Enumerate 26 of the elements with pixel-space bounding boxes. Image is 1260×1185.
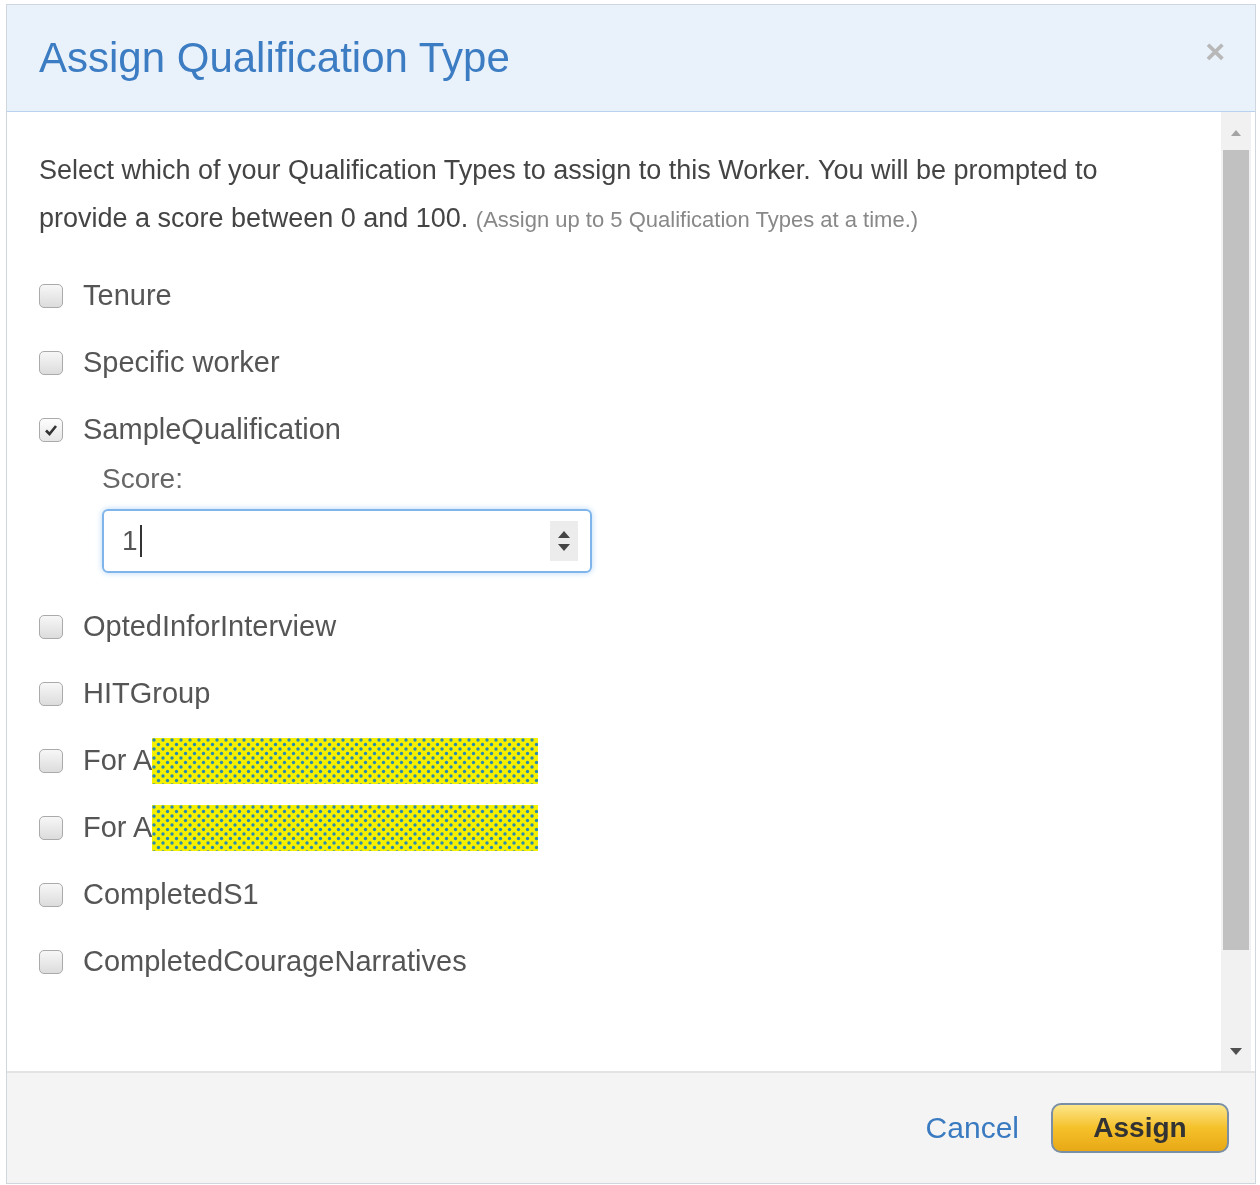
instructions-text: Select which of your Qualification Types to assign to this Worker. You will be prompted to provide a score between 0 and 100. (Assign up to 5 Qualification Types at a time.) [39,154,1099,235]
qualification-label: Tenure [83,279,172,312]
checkbox[interactable] [39,815,63,840]
assign-button[interactable]: Assign [1051,1103,1229,1153]
qualification-label: CompletedS1 [83,878,259,911]
checkbox[interactable] [39,417,63,442]
checkbox[interactable] [39,283,63,308]
qualification-label: Specific worker [83,346,280,379]
qualification-label: For A [83,811,153,844]
checkbox[interactable] [39,614,63,639]
spinner-icon[interactable] [550,521,578,561]
score-label: Score: [102,463,184,495]
scrollbar[interactable] [1221,112,1251,1071]
checkbox[interactable] [39,949,63,974]
dialog-title: Assign Qualification Type [39,34,510,82]
score-field[interactable]: 1 [102,509,592,573]
cancel-link[interactable]: Cancel [925,1111,1019,1145]
checkbox[interactable] [39,350,63,375]
qualification-label: SampleQualification [83,413,341,446]
qualification-label: CompletedCourageNarratives [83,945,467,978]
checkbox[interactable] [39,748,63,773]
qualification-label: OptedInforInterview [83,610,337,643]
qualification-label: For A [83,744,153,777]
checkbox[interactable] [39,681,63,706]
qualification-label: HITGroup [83,677,211,710]
checkbox[interactable] [39,882,63,907]
